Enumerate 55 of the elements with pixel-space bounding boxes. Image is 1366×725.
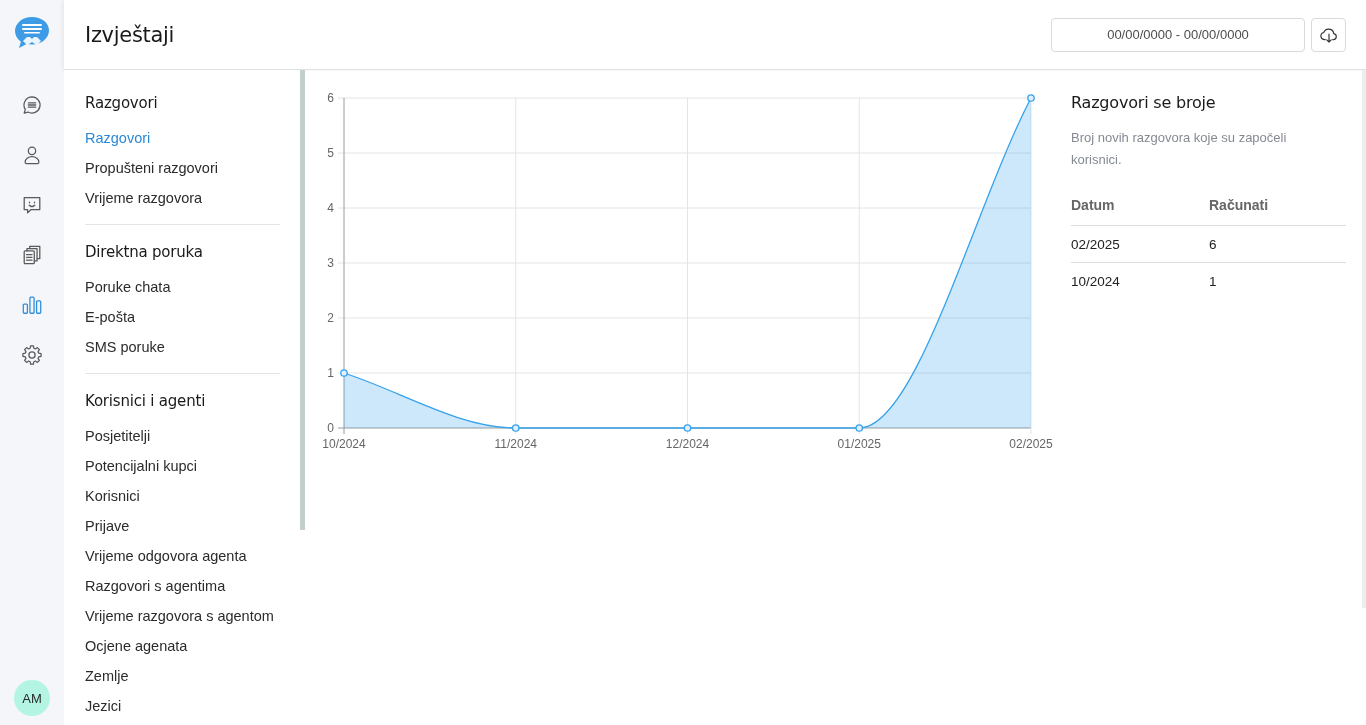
menu-link[interactable]: Ocjene agenata	[85, 631, 188, 661]
bar-chart-icon[interactable]	[21, 294, 43, 316]
menu-link[interactable]: Prijave	[85, 511, 130, 541]
column-header: Datum	[1071, 197, 1115, 213]
y-axis-label: 4	[327, 201, 334, 215]
x-axis-label: 02/2025	[1009, 437, 1053, 451]
menu-link[interactable]: Korisnici	[85, 481, 140, 511]
gear-icon[interactable]	[21, 344, 43, 366]
menu-link[interactable]: E-pošta	[85, 302, 135, 332]
y-axis-label: 5	[327, 146, 334, 160]
menu-link[interactable]: Razgovori	[85, 123, 151, 153]
x-axis-label: 12/2024	[665, 437, 710, 451]
panel-title: Razgovori se broje	[1071, 92, 1216, 114]
user-avatar[interactable]: AM	[14, 680, 50, 716]
documents-icon[interactable]	[21, 244, 43, 266]
table-cell: 10/2024	[1071, 273, 1120, 289]
y-axis-label: 1	[327, 366, 334, 380]
table-cell: 1	[1209, 273, 1217, 289]
chat-bubble-icon[interactable]	[21, 94, 43, 116]
menu-link[interactable]: Vrijeme razgovora s agentom	[85, 601, 274, 631]
panel-description: Broj novih razgovora koje su započeli korisnici.	[1071, 129, 1288, 169]
date-range-field[interactable]: 00/00/0000 - 00/00/0000	[1051, 17, 1305, 52]
data-point	[511, 424, 520, 432]
column-header: Računati	[1209, 197, 1269, 213]
menu-link[interactable]: Vrijeme razgovora	[85, 183, 203, 213]
page-title: Izvještaji	[85, 22, 175, 47]
y-axis-label: 3	[327, 256, 334, 270]
scrollbar-thumb[interactable]	[300, 70, 305, 530]
y-axis-label: 6	[327, 91, 334, 105]
menu-link[interactable]: Zemlje	[85, 661, 129, 691]
menu-link[interactable]: Razgovori s agentima	[85, 571, 226, 601]
section-heading: Korisnici i agenti	[85, 391, 206, 412]
menu-link[interactable]: Potencijalni kupci	[85, 451, 198, 481]
menu-link[interactable]: Vrijeme odgovora agenta	[85, 541, 247, 571]
menu-link[interactable]: Propušteni razgovori	[85, 153, 218, 183]
menu-link[interactable]: Poruke chata	[85, 272, 171, 302]
download-button[interactable]	[1311, 17, 1346, 52]
smiley-message-icon[interactable]	[21, 194, 43, 216]
data-point	[683, 424, 692, 432]
menu-link[interactable]: Posjetitelji	[85, 421, 151, 451]
chat-logo-icon	[14, 16, 50, 50]
y-axis-label: 0	[327, 421, 334, 435]
table-cell: 02/2025	[1071, 236, 1120, 252]
section-heading: Direktna poruka	[85, 242, 203, 263]
x-axis-label: 11/2024	[494, 437, 537, 451]
x-axis-label: 01/2025	[837, 437, 881, 451]
data-point	[855, 424, 864, 432]
table-cell: 6	[1209, 236, 1217, 252]
section-heading: Razgovori	[85, 93, 158, 114]
data-point	[340, 369, 348, 377]
menu-link[interactable]: Jezici	[85, 691, 122, 721]
x-axis-label: 10/2024	[322, 437, 366, 451]
data-point	[1027, 94, 1035, 102]
menu-link[interactable]: SMS poruke	[85, 332, 165, 362]
y-axis-label: 2	[327, 311, 334, 325]
